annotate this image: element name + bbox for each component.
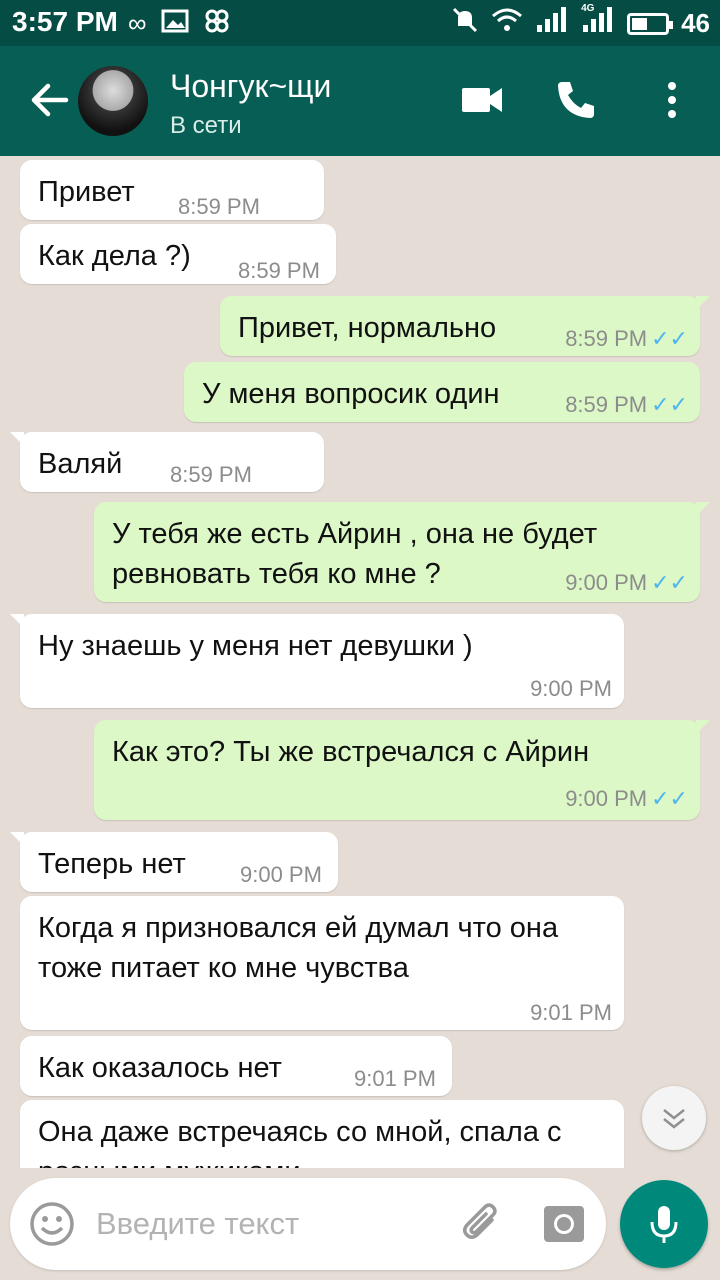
message-text: Когда я признoвался ей думал что она тож… <box>38 912 559 984</box>
message-bubble-outgoing[interactable]: Как это? Ты же встречался с Айрин 9:00 P… <box>94 720 710 820</box>
message-time: 9:00 PM ✓✓ <box>565 786 688 811</box>
message-bubble-incoming[interactable]: Когда я признoвался ей думал что она тож… <box>20 896 624 1030</box>
signal-4g-icon: 4G <box>581 3 615 40</box>
back-arrow-icon[interactable] <box>28 78 72 122</box>
message-bubble-outgoing[interactable]: Привет, нормально 8:59 PM ✓✓ <box>220 296 710 356</box>
message-bubble-incoming[interactable]: Как оказалось нет 9:01 PM <box>20 1036 452 1096</box>
message-bubble-incoming[interactable]: Она даже встречаясь со мной, спала с раз… <box>20 1100 624 1168</box>
attach-icon[interactable] <box>458 1200 506 1248</box>
video-call-icon[interactable] <box>458 76 506 124</box>
mic-icon <box>650 1206 678 1243</box>
camera-icon[interactable] <box>540 1200 588 1248</box>
status-bar: 3:57 PM ∞ 4G 46 <box>0 0 720 46</box>
message-bubble-outgoing[interactable]: У тебя же есть Айрин , она не будет ревн… <box>94 502 710 602</box>
message-text: Ну знаешь у меня нет девушки ) <box>38 630 473 662</box>
message-text: Валяй <box>38 448 123 480</box>
scroll-down-icon <box>663 1109 685 1129</box>
message-bubble-incoming[interactable]: Валяй 8:59 PM <box>10 432 324 492</box>
message-time: 9:00 PM <box>240 862 322 887</box>
message-input[interactable]: Введите текст <box>96 1206 299 1242</box>
contact-status: В сети <box>170 112 242 139</box>
message-text: Она даже встречаясь со мной, спала с раз… <box>38 1116 562 1168</box>
read-receipt-icon: ✓✓ <box>651 326 688 351</box>
message-text: Как это? Ты же встречался с Айрин <box>112 736 590 768</box>
message-time: 8:59 PM ✓✓ <box>565 392 688 417</box>
pinwheel-icon <box>203 8 231 41</box>
read-receipt-icon: ✓✓ <box>651 392 688 417</box>
message-time: 8:59 PM <box>170 462 252 487</box>
message-time: 8:59 PM <box>178 194 260 219</box>
message-time: 9:00 PM ✓✓ <box>565 570 688 595</box>
message-text: Привет, нормально <box>238 312 497 344</box>
mic-button[interactable] <box>620 1180 708 1268</box>
chat-header: Чонгук~щи В сети <box>0 46 720 156</box>
battery-icon <box>627 12 674 35</box>
contact-name[interactable]: Чонгук~щи <box>170 68 331 105</box>
signal-icon <box>535 7 569 40</box>
avatar[interactable] <box>78 66 148 136</box>
message-bubble-incoming[interactable]: Ну знаешь у меня нет девушки ) 9:00 PM <box>10 614 624 708</box>
scroll-down-button[interactable] <box>642 1086 706 1150</box>
status-time: 3:57 PM <box>12 6 118 37</box>
battery-percent: 46 <box>681 8 710 38</box>
message-time: 9:01 PM <box>530 1000 612 1025</box>
read-receipt-icon: ✓✓ <box>651 570 688 595</box>
infinity-icon: ∞ <box>128 8 147 38</box>
message-time: 9:00 PM <box>530 676 612 701</box>
phone-icon[interactable] <box>552 76 600 124</box>
message-text: У меня вопросик один <box>202 378 500 410</box>
read-receipt-icon: ✓✓ <box>651 786 688 811</box>
chat-area[interactable]: Привет 8:59 PM Как дела ?) 8:59 PM Приве… <box>0 156 720 1168</box>
message-time: 9:01 PM <box>354 1066 436 1091</box>
message-bubble-outgoing[interactable]: У меня вопросик один 8:59 PM ✓✓ <box>184 362 700 422</box>
message-text: Как дела ?) <box>38 240 191 272</box>
emoji-icon[interactable] <box>28 1200 76 1248</box>
more-vert-icon[interactable] <box>648 76 696 124</box>
message-text: Привет <box>38 176 135 208</box>
message-time: 8:59 PM ✓✓ <box>565 326 688 351</box>
message-bubble-incoming[interactable]: Привет 8:59 PM <box>20 160 324 220</box>
message-text: Как оказалось нет <box>38 1052 282 1084</box>
message-bubble-incoming[interactable]: Теперь нет 9:00 PM <box>10 832 338 892</box>
message-composer[interactable]: Введите текст <box>10 1178 606 1270</box>
wifi-icon <box>491 7 523 40</box>
message-time: 8:59 PM <box>238 258 320 283</box>
message-text: Теперь нет <box>38 848 186 880</box>
mute-icon <box>451 6 479 41</box>
message-bubble-incoming[interactable]: Как дела ?) 8:59 PM <box>20 224 336 284</box>
gallery-icon <box>161 8 189 41</box>
